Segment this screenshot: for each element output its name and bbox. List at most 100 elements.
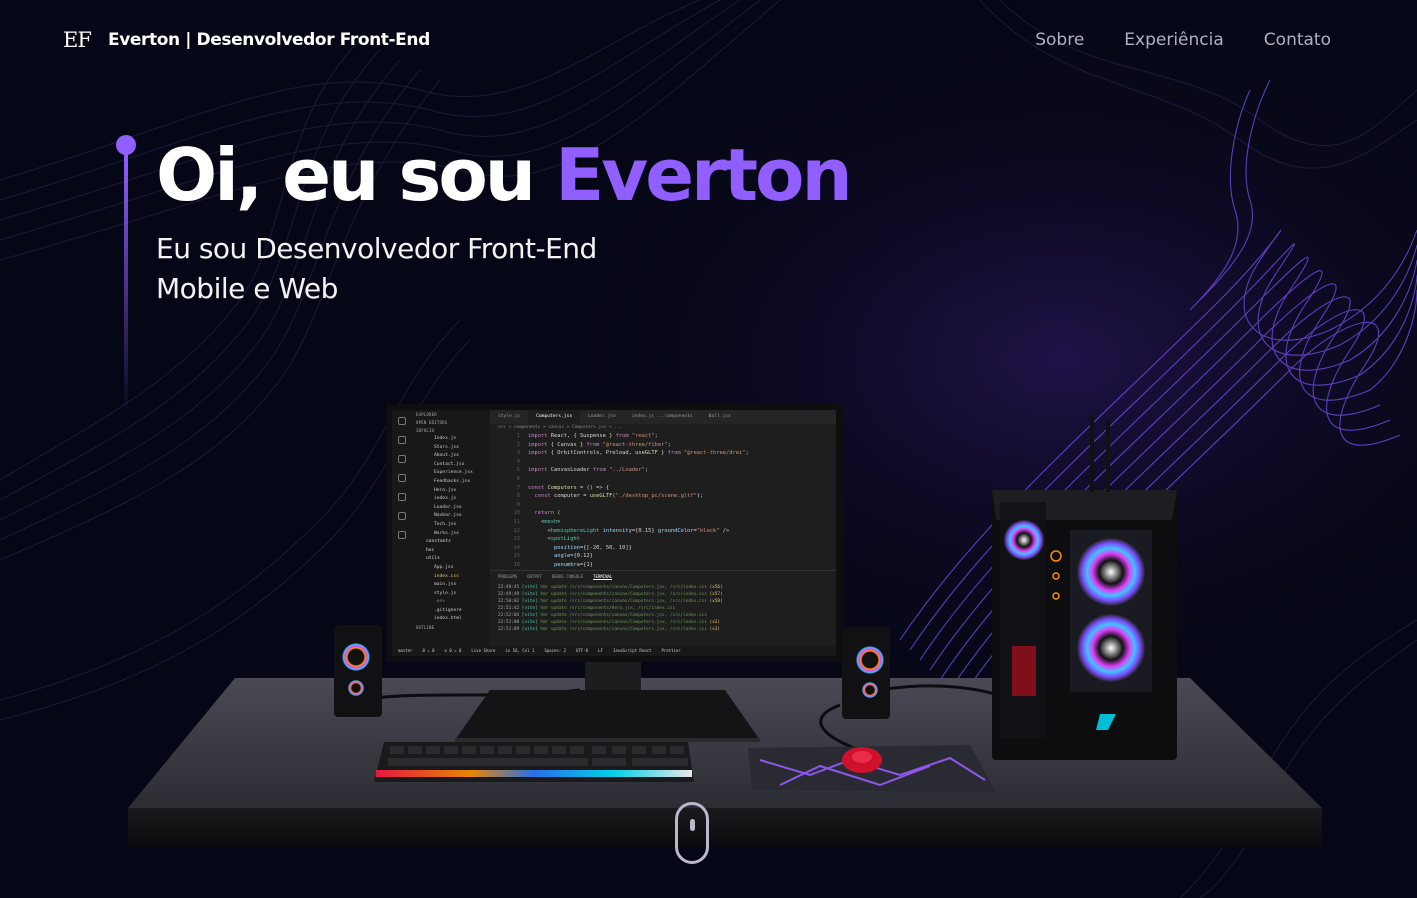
terminal-time: 22:52:04 xyxy=(498,613,522,618)
code-text: import CanvasLoader from "../Loader"; xyxy=(528,467,649,474)
line-number: 11 xyxy=(513,518,521,525)
terminal-message: hmr update /src/components/canvas/Comput… xyxy=(540,627,710,632)
line-number: 13 xyxy=(513,536,521,543)
line-number: 5 xyxy=(516,467,520,474)
terminal-vite-tag: [vite] xyxy=(521,585,541,590)
nav-link-sobre[interactable]: Sobre xyxy=(1035,30,1084,50)
code-text: angle={0.12} xyxy=(553,553,593,560)
code-line: 9 xyxy=(498,502,836,511)
terminal-message: hmr update /src/components/canvas/Comput… xyxy=(540,585,710,590)
source-control-icon xyxy=(398,455,406,463)
hero-accent-line xyxy=(116,135,136,415)
terminal-message: hmr update /src/components/canvas/Comput… xyxy=(540,599,710,604)
explorer-file-item: Tech.jsx xyxy=(434,521,457,527)
terminal-line: 22:51:42 [vite] hmr update /src/componen… xyxy=(498,606,828,613)
explorer-file-item: Stars.jsx xyxy=(434,444,459,450)
code-line: 6 xyxy=(498,476,836,485)
panel-tab: OUTPUT xyxy=(527,574,542,579)
terminal-count: (x3) xyxy=(709,627,721,632)
explorer-file-item: index.html xyxy=(434,616,462,622)
vscode-editor: style.js Computers.jsx Loader.jsx index.js … xyxy=(490,410,836,570)
line-number: 6 xyxy=(516,475,520,482)
code-text: position={[-20, 50, 10]} xyxy=(553,544,632,551)
line-number: 16 xyxy=(513,561,521,568)
code-text: import { OrbitControls, Preload, useGLTF… xyxy=(528,450,749,457)
code-line: 3 import { OrbitControls, Preload, useGLT… xyxy=(498,450,836,459)
terminal-vite-tag: [vite] xyxy=(521,613,541,618)
code-text: <mesh> xyxy=(528,518,561,525)
terminal-vite-tag: [vite] xyxy=(521,627,541,632)
terminal-line: 22:52:04 [vite] hmr update /src/componen… xyxy=(498,613,828,620)
scroll-down-button[interactable] xyxy=(675,802,709,864)
terminal-time: 22:52:09 xyxy=(498,627,522,632)
vscode-status-bar: master 0 ⚠ 0 ⊘ 0 ⚠ 0 Live Share Ln 56, Col 1… xyxy=(392,646,836,656)
editor-tab: style.js xyxy=(498,414,521,419)
code-line: 12 <hemisphereLight intensity={0.15} gro… xyxy=(498,528,836,537)
hero-subtitle-line1: Eu sou Desenvolvedor Front-End xyxy=(156,232,597,265)
panel-tabs: PROBLEMS OUTPUT DEBUG CONSOLE TERMINAL xyxy=(490,571,836,583)
status-item: 0 ⚠ 0 xyxy=(422,648,435,653)
code-line: 2 import { Canvas } from "@react-three/fi… xyxy=(498,442,836,451)
monitor-screen: EXPLORER OPEN EDITORS 3DFOLIO Index.js St… xyxy=(392,410,836,656)
terminal-line: 22:49:49 [vite] hmr update /src/componen… xyxy=(498,592,828,599)
terminal-count: (x57) xyxy=(709,592,723,597)
logo-icon: EF xyxy=(63,28,92,52)
brand-link[interactable]: EF Everton | Desenvolvedor Front-End xyxy=(60,25,430,55)
extensions-icon xyxy=(398,493,406,501)
explorer-file-item: Experience.jsx xyxy=(434,470,473,476)
terminal-line: 22:50:02 [vite] hmr update /src/componen… xyxy=(498,599,828,606)
files-icon xyxy=(398,417,406,425)
line-number: 9 xyxy=(516,501,520,508)
terminal-line: 22:49:45 [vite] hmr update /src/componen… xyxy=(498,585,828,592)
hero-subtitle-line2: Mobile e Web xyxy=(156,272,338,305)
project-label: 3DFOLIO xyxy=(416,428,435,433)
brand-title: Everton | Desenvolvedor Front-End xyxy=(108,30,430,50)
terminal-time: 22:50:02 xyxy=(498,599,522,604)
nav-link-experiencia[interactable]: Experiência xyxy=(1124,30,1224,50)
explorer-file-item: Index.js xyxy=(434,436,457,441)
explorer-title: EXPLORER xyxy=(416,412,437,417)
run-debug-icon xyxy=(398,474,406,482)
code-line: 14 position={[-20, 50, 10]} xyxy=(498,545,836,554)
terminal-message: hmr update /src/components/canvas/Comput… xyxy=(540,620,710,625)
explorer-file-item: style.js xyxy=(434,590,457,596)
explorer-file-item: App.jsx xyxy=(434,564,454,570)
terminal-message: hmr update /src/components/canvas/Comput… xyxy=(540,613,707,618)
explorer-file-item: index.css xyxy=(434,573,459,579)
code-text: const computer = useGLTF("./desktop_pc/s… xyxy=(534,493,704,500)
status-item: JavaScript React xyxy=(612,648,652,653)
status-item: Spaces: 2 xyxy=(544,648,567,653)
nav-link-contato[interactable]: Contato xyxy=(1264,30,1331,50)
panel-tab: TERMINAL xyxy=(593,574,613,580)
editor-tab: Loader.jsx xyxy=(588,414,616,419)
explorer-file-item: utils xyxy=(426,556,440,562)
code-text: penumbra={1} xyxy=(553,561,593,568)
editor-breadcrumb: src > components > canvas > Computers.js… xyxy=(498,425,623,430)
nav-links: Sobre Experiência Contato xyxy=(1035,30,1331,50)
editor-tab: Ball.jsx xyxy=(708,414,731,419)
terminal-output: 22:49:45 [vite] hmr update /src/componen… xyxy=(490,583,836,636)
code-text: import React, { Suspense } from "react"; xyxy=(528,433,658,439)
terminal-vite-tag: [vite] xyxy=(521,592,541,597)
remote-icon xyxy=(398,512,406,520)
line-number: 2 xyxy=(516,441,520,448)
line-number: 15 xyxy=(513,553,521,560)
open-editors-label: OPEN EDITORS xyxy=(416,420,448,425)
editor-tab: index.js ...components xyxy=(631,414,693,419)
line-number: 4 xyxy=(516,458,520,465)
terminal-vite-tag: [vite] xyxy=(521,606,541,611)
terminal-message: hmr update /src/components/Hero.jsx, /sr… xyxy=(540,606,676,611)
line-number: 10 xyxy=(513,510,521,517)
terminal-message: hmr update /src/components/canvas/Comput… xyxy=(540,592,710,597)
panel-tab: DEBUG CONSOLE xyxy=(551,574,584,579)
terminal-line: 22:52:09 [vite] hmr update /src/componen… xyxy=(498,627,828,634)
explorer-file-item: Feedbacks.jsx xyxy=(434,478,470,484)
vscode-explorer: EXPLORER OPEN EDITORS 3DFOLIO Index.js St… xyxy=(412,410,490,646)
search-icon xyxy=(398,436,406,444)
panel-tab: PROBLEMS xyxy=(498,574,518,579)
explorer-file-item: Works.jsx xyxy=(434,530,459,536)
scroll-indicator-dot xyxy=(690,819,695,831)
line-number: 1 xyxy=(516,433,520,439)
line-number: 7 xyxy=(516,484,520,491)
status-item: Ln 56, Col 1 xyxy=(505,648,535,653)
